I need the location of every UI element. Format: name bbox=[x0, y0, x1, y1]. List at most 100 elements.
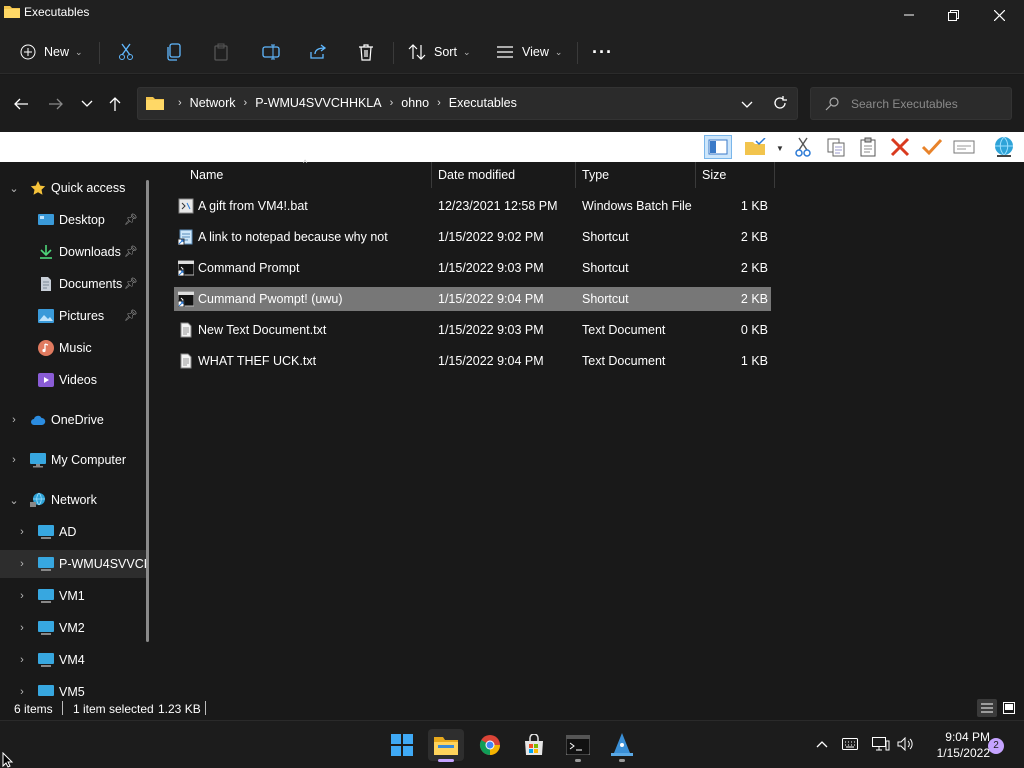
restore-button[interactable] bbox=[930, 0, 976, 30]
cut-button[interactable] bbox=[118, 38, 134, 66]
network-status-button[interactable] bbox=[872, 735, 890, 753]
new-button[interactable]: New ⌄ bbox=[20, 38, 83, 66]
address-dropdown-button[interactable] bbox=[741, 98, 753, 112]
details-view-button[interactable] bbox=[977, 699, 997, 717]
sidebar-item-vm4[interactable]: › VM4 bbox=[0, 646, 146, 674]
chevron-right-icon[interactable]: › bbox=[17, 686, 27, 696]
preview-pane-button[interactable] bbox=[704, 135, 732, 159]
chevron-right-icon[interactable]: › bbox=[17, 590, 27, 602]
pin-icon[interactable]: 📌︎ bbox=[124, 213, 138, 226]
taskbar-chrome[interactable] bbox=[472, 729, 508, 761]
sidebar-item-ad[interactable]: › AD bbox=[0, 518, 146, 546]
taskbar-file-explorer[interactable] bbox=[428, 729, 464, 762]
search-box[interactable]: Search Executables bbox=[810, 87, 1012, 120]
view-button[interactable]: View ⌄ bbox=[496, 38, 562, 66]
taskbar-store[interactable] bbox=[516, 729, 552, 761]
legacy-properties-button[interactable] bbox=[950, 135, 978, 159]
sidebar-item-quick-access[interactable]: ⌄ Quick access bbox=[0, 174, 146, 202]
minimize-button[interactable] bbox=[886, 0, 932, 30]
sidebar-item-host[interactable]: › P-WMU4SVVCHHKLA bbox=[0, 550, 146, 578]
column-header-type[interactable]: Type bbox=[582, 162, 694, 188]
legacy-paste-button[interactable] bbox=[854, 135, 882, 159]
start-button[interactable] bbox=[384, 729, 420, 761]
sidebar-item-documents[interactable]: Documents 📌︎ bbox=[0, 270, 146, 298]
column-header-name[interactable]: Name bbox=[190, 162, 432, 188]
column-divider[interactable] bbox=[695, 162, 696, 188]
breadcrumb-network[interactable]: Network bbox=[190, 96, 236, 110]
breadcrumb-host[interactable]: P-WMU4SVVCHHKLA bbox=[255, 96, 381, 110]
refresh-button[interactable] bbox=[773, 96, 787, 113]
column-divider[interactable] bbox=[575, 162, 576, 188]
back-button[interactable] bbox=[10, 94, 32, 114]
column-divider[interactable] bbox=[431, 162, 432, 188]
show-hidden-icons-button[interactable] bbox=[813, 735, 831, 753]
share-button[interactable] bbox=[309, 38, 327, 66]
sidebar-item-downloads[interactable]: Downloads 📌︎ bbox=[0, 238, 146, 266]
file-size: 2 KB bbox=[740, 292, 768, 306]
file-row[interactable]: Command Prompt 1/15/2022 9:03 PM Shortcu… bbox=[174, 256, 771, 280]
chevron-right-icon[interactable]: › bbox=[17, 526, 27, 538]
chevron-right-icon[interactable]: › bbox=[17, 654, 27, 666]
column-header-size[interactable]: Size bbox=[702, 162, 772, 188]
recent-locations-button[interactable] bbox=[76, 94, 98, 114]
pin-icon[interactable]: 📌︎ bbox=[124, 277, 138, 290]
column-header-date[interactable]: Date modified bbox=[438, 162, 574, 188]
keyboard-button[interactable] bbox=[841, 735, 859, 753]
sidebar-item-vm5[interactable]: › VM5 bbox=[0, 678, 146, 696]
sidebar-item-onedrive[interactable]: › OneDrive bbox=[0, 406, 146, 434]
sidebar-item-videos[interactable]: Videos bbox=[0, 366, 146, 394]
file-row[interactable]: A gift from VM4!.bat 12/23/2021 12:58 PM… bbox=[174, 194, 771, 218]
close-icon bbox=[993, 9, 1005, 21]
breadcrumb-share[interactable]: ohno bbox=[401, 96, 429, 110]
sidebar-item-vm1[interactable]: › VM1 bbox=[0, 582, 146, 610]
taskbar-terminal[interactable] bbox=[560, 729, 596, 762]
file-row-selected[interactable]: Cummand Pwompt! (uwu) 1/15/2022 9:04 PM … bbox=[174, 287, 771, 311]
pin-icon[interactable]: 📌︎ bbox=[124, 245, 138, 258]
legacy-cut-button[interactable] bbox=[789, 135, 817, 159]
sidebar-item-vm2[interactable]: › VM2 bbox=[0, 614, 146, 642]
legacy-apply-button[interactable] bbox=[918, 135, 946, 159]
sidebar-item-desktop[interactable]: Desktop 📌︎ bbox=[0, 206, 146, 234]
sidebar-item-my-computer[interactable]: › My Computer bbox=[0, 446, 146, 474]
cmd-shortcut-icon bbox=[178, 260, 194, 276]
dropdown-arrow-icon[interactable]: ▼ bbox=[776, 144, 784, 153]
file-row[interactable]: New Text Document.txt 1/15/2022 9:03 PM … bbox=[174, 318, 771, 342]
sidebar-item-music[interactable]: Music bbox=[0, 334, 146, 362]
legacy-copy-button[interactable] bbox=[822, 135, 850, 159]
rename-button[interactable] bbox=[262, 38, 280, 66]
more-options-button[interactable]: ··· bbox=[592, 38, 613, 66]
tiles-view-button[interactable] bbox=[999, 699, 1019, 717]
sidebar-item-label: Music bbox=[59, 341, 92, 355]
copy-button[interactable] bbox=[166, 38, 182, 66]
sidebar-item-network[interactable]: ⌄ Network bbox=[0, 486, 146, 514]
volume-button[interactable] bbox=[896, 735, 914, 753]
sort-button[interactable]: Sort ⌄ bbox=[408, 38, 470, 66]
address-bar[interactable]: › Network › P-WMU4SVVCHHKLA › ohno › Exe… bbox=[137, 87, 798, 120]
notification-badge[interactable]: 2 bbox=[988, 738, 1004, 754]
chevron-right-icon[interactable]: › bbox=[17, 622, 27, 634]
legacy-delete-button[interactable] bbox=[886, 135, 914, 159]
chevron-right-icon[interactable]: › bbox=[9, 454, 19, 466]
forward-button[interactable] bbox=[45, 94, 67, 114]
sidebar-scrollbar[interactable] bbox=[146, 180, 149, 642]
pin-icon[interactable]: 📌︎ bbox=[124, 309, 138, 322]
clock[interactable]: 9:04 PM 1/15/2022 bbox=[918, 729, 990, 761]
delete-button[interactable] bbox=[358, 38, 374, 66]
up-button[interactable] bbox=[104, 94, 126, 114]
paste-button[interactable] bbox=[213, 38, 229, 66]
file-row[interactable]: WHAT THEF UCK.txt 1/15/2022 9:04 PM Text… bbox=[174, 349, 771, 373]
legacy-network-button[interactable] bbox=[990, 135, 1018, 159]
folder-options-button[interactable] bbox=[742, 135, 770, 159]
close-button[interactable] bbox=[976, 0, 1022, 30]
sidebar-item-pictures[interactable]: Pictures 📌︎ bbox=[0, 302, 146, 330]
column-divider[interactable] bbox=[774, 162, 775, 188]
file-row[interactable]: A link to notepad because why not 1/15/2… bbox=[174, 225, 771, 249]
sort-label: Sort bbox=[434, 45, 457, 59]
chevron-right-icon[interactable]: › bbox=[17, 558, 27, 570]
taskbar-app[interactable] bbox=[604, 729, 640, 762]
chevron-down-icon[interactable]: ⌄ bbox=[9, 494, 19, 507]
chevron-right-icon[interactable]: › bbox=[9, 414, 19, 426]
computer-icon bbox=[38, 653, 54, 667]
chevron-down-icon[interactable]: ⌄ bbox=[9, 182, 19, 195]
breadcrumb-current[interactable]: Executables bbox=[449, 96, 517, 110]
